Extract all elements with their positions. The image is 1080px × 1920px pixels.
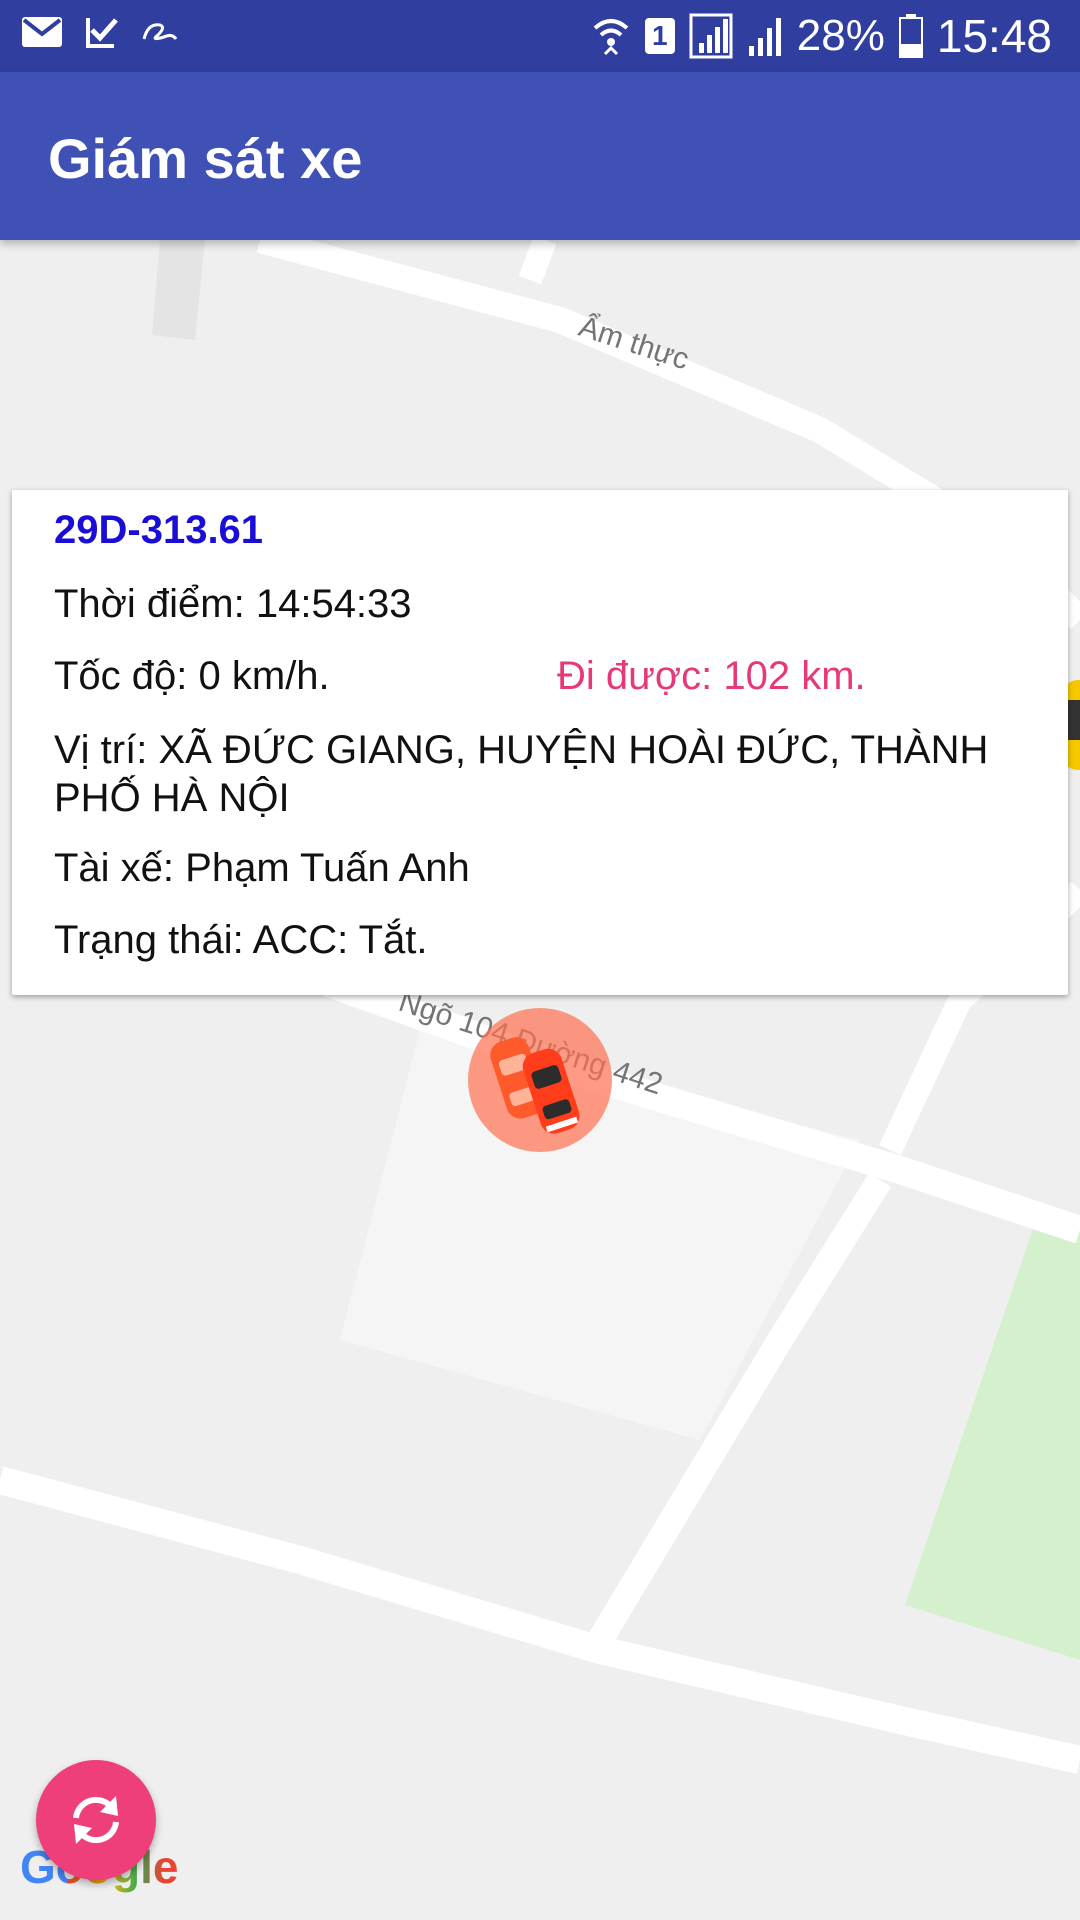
app-notification-icon [142, 23, 178, 41]
battery-icon [898, 14, 923, 58]
system-icons: 1 28% 15:48 [591, 8, 1052, 64]
task-check-icon [86, 18, 118, 48]
app-bar: Giám sát xe [0, 72, 1080, 240]
battery-percent: 28% [796, 11, 885, 60]
plate-number: 29D-313.61 [54, 508, 264, 552]
mail-icon [22, 17, 62, 47]
driver-line: Tài xế: Phạm Tuấn Anh [54, 846, 470, 890]
sim-badge-icon: 1 [644, 18, 675, 54]
wifi-icon [593, 19, 629, 56]
map-road [0, 1466, 1080, 1774]
time-line: Thời điểm: 14:54:33 [54, 582, 412, 626]
signal-2-icon [748, 18, 781, 56]
map-road [518, 240, 557, 285]
app-title: Giám sát xe [48, 127, 363, 190]
location-line: Vị trí: XÃ ĐỨC GIANG, HUYỆN HOÀI ĐỨC, TH… [54, 728, 989, 820]
clock: 15:48 [936, 10, 1052, 62]
map-building [152, 240, 205, 340]
car-icon [490, 1037, 580, 1134]
speed-line: Tốc độ: 0 km/h. [54, 654, 330, 698]
refresh-button[interactable] [36, 1760, 156, 1880]
status-bar: 1 28% 15:48 [0, 0, 1080, 72]
distance-line: Đi được: 102 km. [557, 654, 866, 698]
vehicle-info-card[interactable]: 29D-313.61 Thời điểm: 14:54:33 Tốc độ: 0… [12, 490, 1068, 995]
status-line: Trạng thái: ACC: Tắt. [54, 918, 428, 962]
notification-icons [20, 14, 180, 50]
vehicle-marker[interactable] [468, 1008, 612, 1152]
signal-1-icon [689, 13, 733, 59]
map-park [905, 1208, 1080, 1660]
refresh-icon [73, 1796, 119, 1844]
